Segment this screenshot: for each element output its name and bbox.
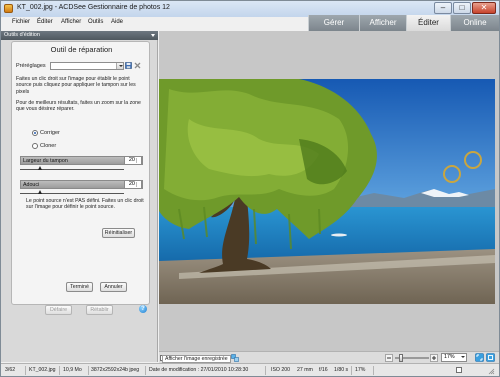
- brush-width-thumb[interactable]: [38, 166, 43, 170]
- panel-header[interactable]: Outils d'édition: [1, 31, 158, 40]
- menu-help[interactable]: Aide: [111, 19, 123, 25]
- brush-width-label: Largeur du tampon: [23, 158, 68, 164]
- clone-radio[interactable]: [32, 143, 38, 149]
- window-title: KT_002.jpg - ACDSee Gestionnaire de phot…: [17, 4, 170, 11]
- clone-label[interactable]: Cloner: [40, 143, 56, 149]
- status-bar: 3/62 KT_002.jpg 10,9 Mo 3872x2592x24b jp…: [1, 363, 499, 376]
- status-divider: [373, 366, 374, 375]
- dropdown-arrow-icon[interactable]: [151, 34, 155, 37]
- status-zoom: 17%: [355, 367, 366, 373]
- reset-button[interactable]: Réinitialiser: [102, 228, 135, 238]
- status-divider: [265, 366, 266, 375]
- brush-width-track[interactable]: [20, 169, 124, 170]
- status-modified: Date de modification : 27/01/2010 10:28:…: [149, 367, 249, 373]
- redo-button[interactable]: Rétablir: [86, 305, 113, 315]
- app-window: KT_002.jpg - ACDSee Gestionnaire de phot…: [0, 0, 500, 377]
- status-checkbox[interactable]: [456, 367, 462, 373]
- minimize-button[interactable]: –: [434, 2, 452, 14]
- softness-control[interactable]: Adouci 20: [20, 180, 143, 189]
- compare-icon[interactable]: [231, 354, 239, 362]
- status-divider: [88, 366, 89, 375]
- status-iso: ISO 200: [271, 367, 291, 373]
- show-saved-label[interactable]: Afficher l'image enregistrée: [162, 355, 231, 363]
- softness-label: Adouci: [23, 182, 40, 188]
- status-divider: [351, 366, 352, 375]
- edited-photo[interactable]: [159, 79, 495, 304]
- repair-target-ring: [464, 151, 482, 169]
- tool-title: Outil de réparation: [50, 45, 113, 54]
- status-dimensions: 3872x2592x24b jpeg: [91, 367, 140, 373]
- zoom-select-value: 17%: [444, 354, 455, 360]
- brush-width-control[interactable]: Largeur du tampon 20: [20, 156, 143, 165]
- zoom-slider-thumb[interactable]: [399, 354, 403, 362]
- delete-preset-icon[interactable]: [134, 62, 141, 69]
- menu-file[interactable]: Fichier: [12, 19, 30, 25]
- brush-width-spinbox[interactable]: 20: [124, 156, 142, 165]
- tab-manage[interactable]: Gérer: [308, 15, 359, 31]
- edit-tools-pane: Outils d'édition Outil de réparation Pré…: [1, 31, 158, 362]
- softness-spinbox[interactable]: 20: [124, 180, 142, 189]
- softness-track[interactable]: [20, 193, 124, 194]
- navigator-icon[interactable]: [486, 353, 495, 362]
- status-filename: KT_002.jpg: [29, 367, 56, 373]
- save-preset-icon[interactable]: [125, 62, 132, 69]
- menu-view[interactable]: Afficher: [61, 19, 81, 25]
- intro-instructions: Faites un clic droit sur l'image pour ét…: [16, 76, 136, 95]
- presets-dropdown[interactable]: [50, 62, 124, 70]
- fit-image-icon[interactable]: [475, 353, 484, 362]
- zoom-in-icon[interactable]: [430, 354, 438, 362]
- presets-label: Préréglages: [16, 63, 46, 69]
- lake-tree-photo: [159, 79, 495, 304]
- maximize-button[interactable]: □: [453, 2, 471, 14]
- zoom-hint: Pour de meilleurs résultats, faites un z…: [16, 100, 141, 113]
- tab-edit[interactable]: Éditer: [406, 15, 450, 31]
- tab-view[interactable]: Afficher: [359, 15, 406, 31]
- repair-tool-panel: Outil de réparation Préréglages Faites u…: [11, 41, 150, 305]
- softness-thumb[interactable]: [38, 190, 43, 194]
- correct-radio[interactable]: [32, 130, 38, 136]
- status-divider: [25, 366, 26, 375]
- menu-tools[interactable]: Outils: [88, 19, 103, 25]
- view-toolbar: Afficher l'image enregistrée 17%: [159, 351, 499, 363]
- status-filesize: 10,9 Mo: [63, 367, 82, 373]
- tab-online[interactable]: Online: [450, 15, 499, 31]
- zoom-select[interactable]: 17%: [441, 353, 467, 362]
- panel-header-title: Outils d'édition: [4, 32, 40, 38]
- zoom-out-icon[interactable]: [385, 354, 393, 362]
- status-divider: [59, 366, 60, 375]
- status-focal: 27 mm: [297, 367, 313, 373]
- chevron-down-icon[interactable]: [461, 356, 465, 358]
- image-viewer[interactable]: [159, 31, 499, 351]
- acdsee-app-icon: [4, 4, 13, 13]
- status-divider: [145, 366, 146, 375]
- undo-button[interactable]: Défaire: [45, 305, 72, 315]
- correct-label[interactable]: Corriger: [40, 130, 60, 136]
- done-button[interactable]: Terminé: [66, 282, 93, 292]
- repair-source-ring: [443, 165, 461, 183]
- status-index: 3/62: [5, 367, 16, 373]
- chevron-down-icon[interactable]: [116, 63, 123, 69]
- cancel-button[interactable]: Annuler: [100, 282, 127, 292]
- help-icon[interactable]: ?: [139, 305, 147, 313]
- menu-edit[interactable]: Éditer: [37, 19, 53, 25]
- status-aperture: f/16: [319, 367, 328, 373]
- source-point-note: Le point source n'est PAS défini. Faites…: [26, 198, 144, 211]
- resize-grip-icon[interactable]: [487, 367, 495, 375]
- status-shutter: 1/80 s: [334, 367, 349, 373]
- close-button[interactable]: ✕: [472, 2, 496, 14]
